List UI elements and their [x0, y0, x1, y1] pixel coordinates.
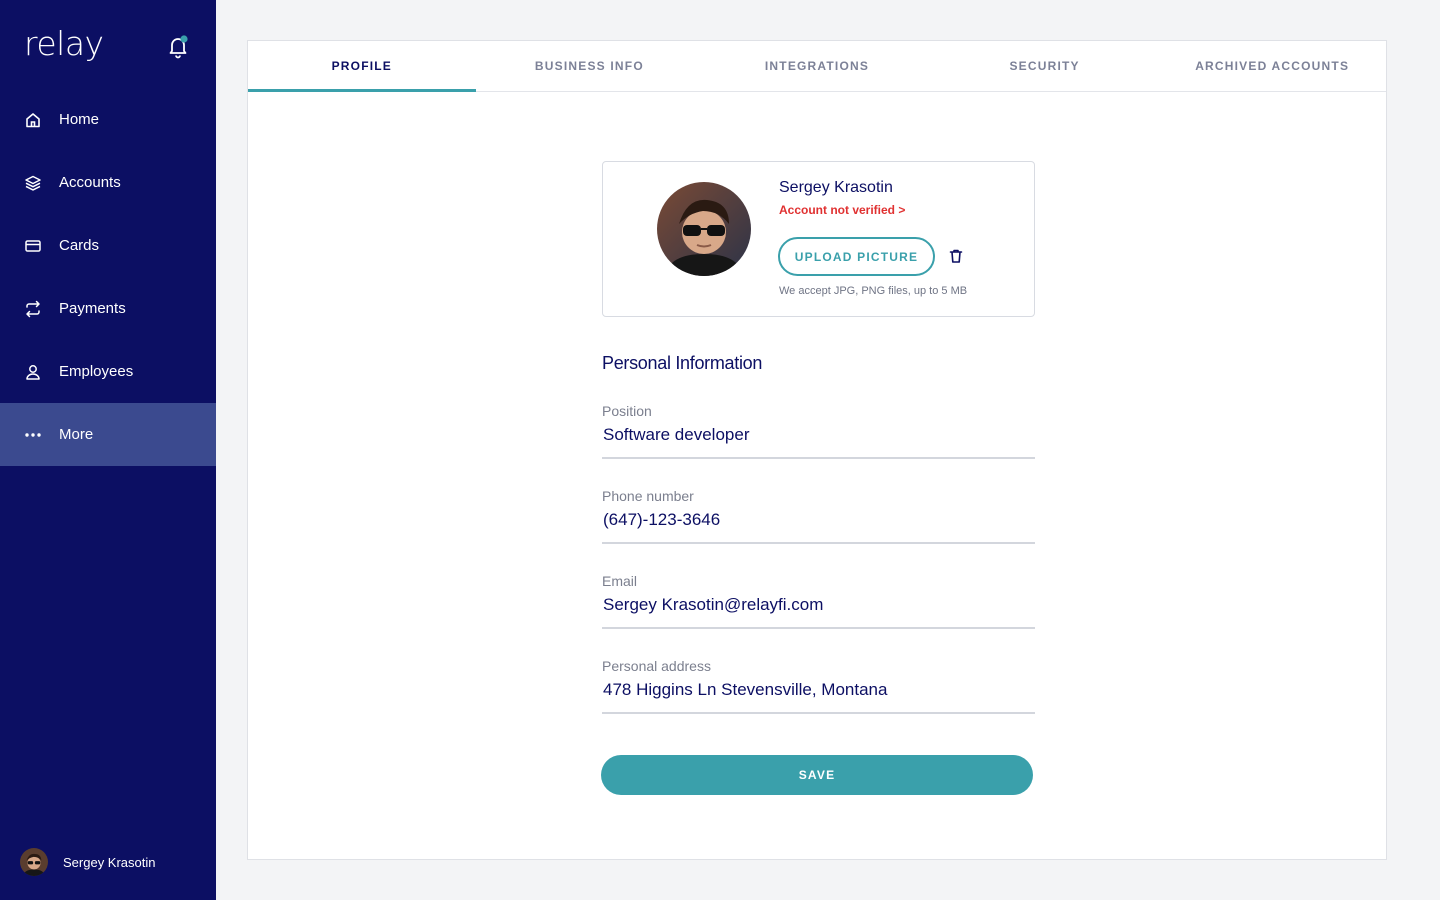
tab-business-info[interactable]: BUSINESS INFO — [476, 41, 704, 91]
trash-icon[interactable] — [948, 248, 964, 264]
profile-card: Sergey Krasotin Account not verified > U… — [602, 161, 1035, 317]
phone-field: Phone number — [602, 488, 1035, 544]
sidebar: relay Home Accounts Cards Payments Emplo… — [0, 0, 216, 900]
save-button[interactable]: SAVE — [601, 755, 1033, 795]
sidebar-item-cards[interactable]: Cards — [0, 214, 216, 277]
sidebar-user-menu[interactable]: Sergey Krasotin — [20, 848, 156, 876]
email-field: Email — [602, 573, 1035, 629]
account-verification-link[interactable]: Account not verified > — [779, 203, 905, 217]
notification-bell-icon[interactable] — [165, 34, 191, 60]
sidebar-item-accounts[interactable]: Accounts — [0, 151, 216, 214]
tab-profile[interactable]: PROFILE — [248, 41, 476, 92]
field-label: Phone number — [602, 488, 694, 504]
position-field: Position — [602, 403, 1035, 459]
field-label: Email — [602, 573, 638, 589]
tab-archived-accounts[interactable]: ARCHIVED ACCOUNTS — [1158, 41, 1386, 91]
profile-content: Sergey Krasotin Account not verified > U… — [601, 161, 1035, 795]
profile-name: Sergey Krasotin — [779, 179, 893, 196]
upload-hint: We accept JPG, PNG files, up to 5 MB — [779, 285, 968, 297]
tab-integrations[interactable]: INTEGRATIONS — [703, 41, 931, 91]
card-icon — [24, 237, 42, 255]
more-icon — [24, 426, 42, 444]
settings-panel: PROFILE BUSINESS INFO INTEGRATIONS SECUR… — [247, 40, 1387, 860]
sidebar-item-label: Employees — [59, 363, 134, 380]
relay-logo[interactable]: relay — [24, 24, 104, 64]
transfer-icon — [24, 300, 42, 318]
sidebar-user-name: Sergey Krasotin — [63, 854, 156, 870]
sidebar-nav: Home Accounts Cards Payments Employees M… — [0, 88, 216, 466]
user-icon — [24, 363, 42, 381]
field-label: Position — [602, 403, 652, 419]
position-input[interactable] — [602, 425, 1035, 445]
upload-picture-button[interactable]: UPLOAD PICTURE — [778, 237, 935, 276]
address-field: Personal address — [602, 658, 1035, 714]
sidebar-item-label: Cards — [59, 237, 100, 254]
email-input[interactable] — [602, 595, 1035, 615]
tab-security[interactable]: SECURITY — [931, 41, 1159, 91]
phone-input[interactable] — [602, 510, 1035, 530]
sidebar-item-more[interactable]: More — [0, 403, 216, 466]
sidebar-item-employees[interactable]: Employees — [0, 340, 216, 403]
field-label: Personal address — [602, 658, 711, 674]
layers-icon — [24, 174, 42, 192]
settings-tabs: PROFILE BUSINESS INFO INTEGRATIONS SECUR… — [248, 41, 1386, 92]
address-input[interactable] — [602, 680, 1035, 700]
section-title: Personal Information — [602, 353, 763, 373]
profile-avatar — [657, 182, 751, 276]
avatar — [20, 848, 48, 876]
sidebar-item-label: Home — [59, 111, 100, 128]
sidebar-item-label: Accounts — [59, 174, 121, 191]
sidebar-item-home[interactable]: Home — [0, 88, 216, 151]
sidebar-item-label: More — [59, 426, 94, 443]
sidebar-item-label: Payments — [59, 300, 126, 317]
sidebar-item-payments[interactable]: Payments — [0, 277, 216, 340]
home-icon — [24, 111, 42, 129]
